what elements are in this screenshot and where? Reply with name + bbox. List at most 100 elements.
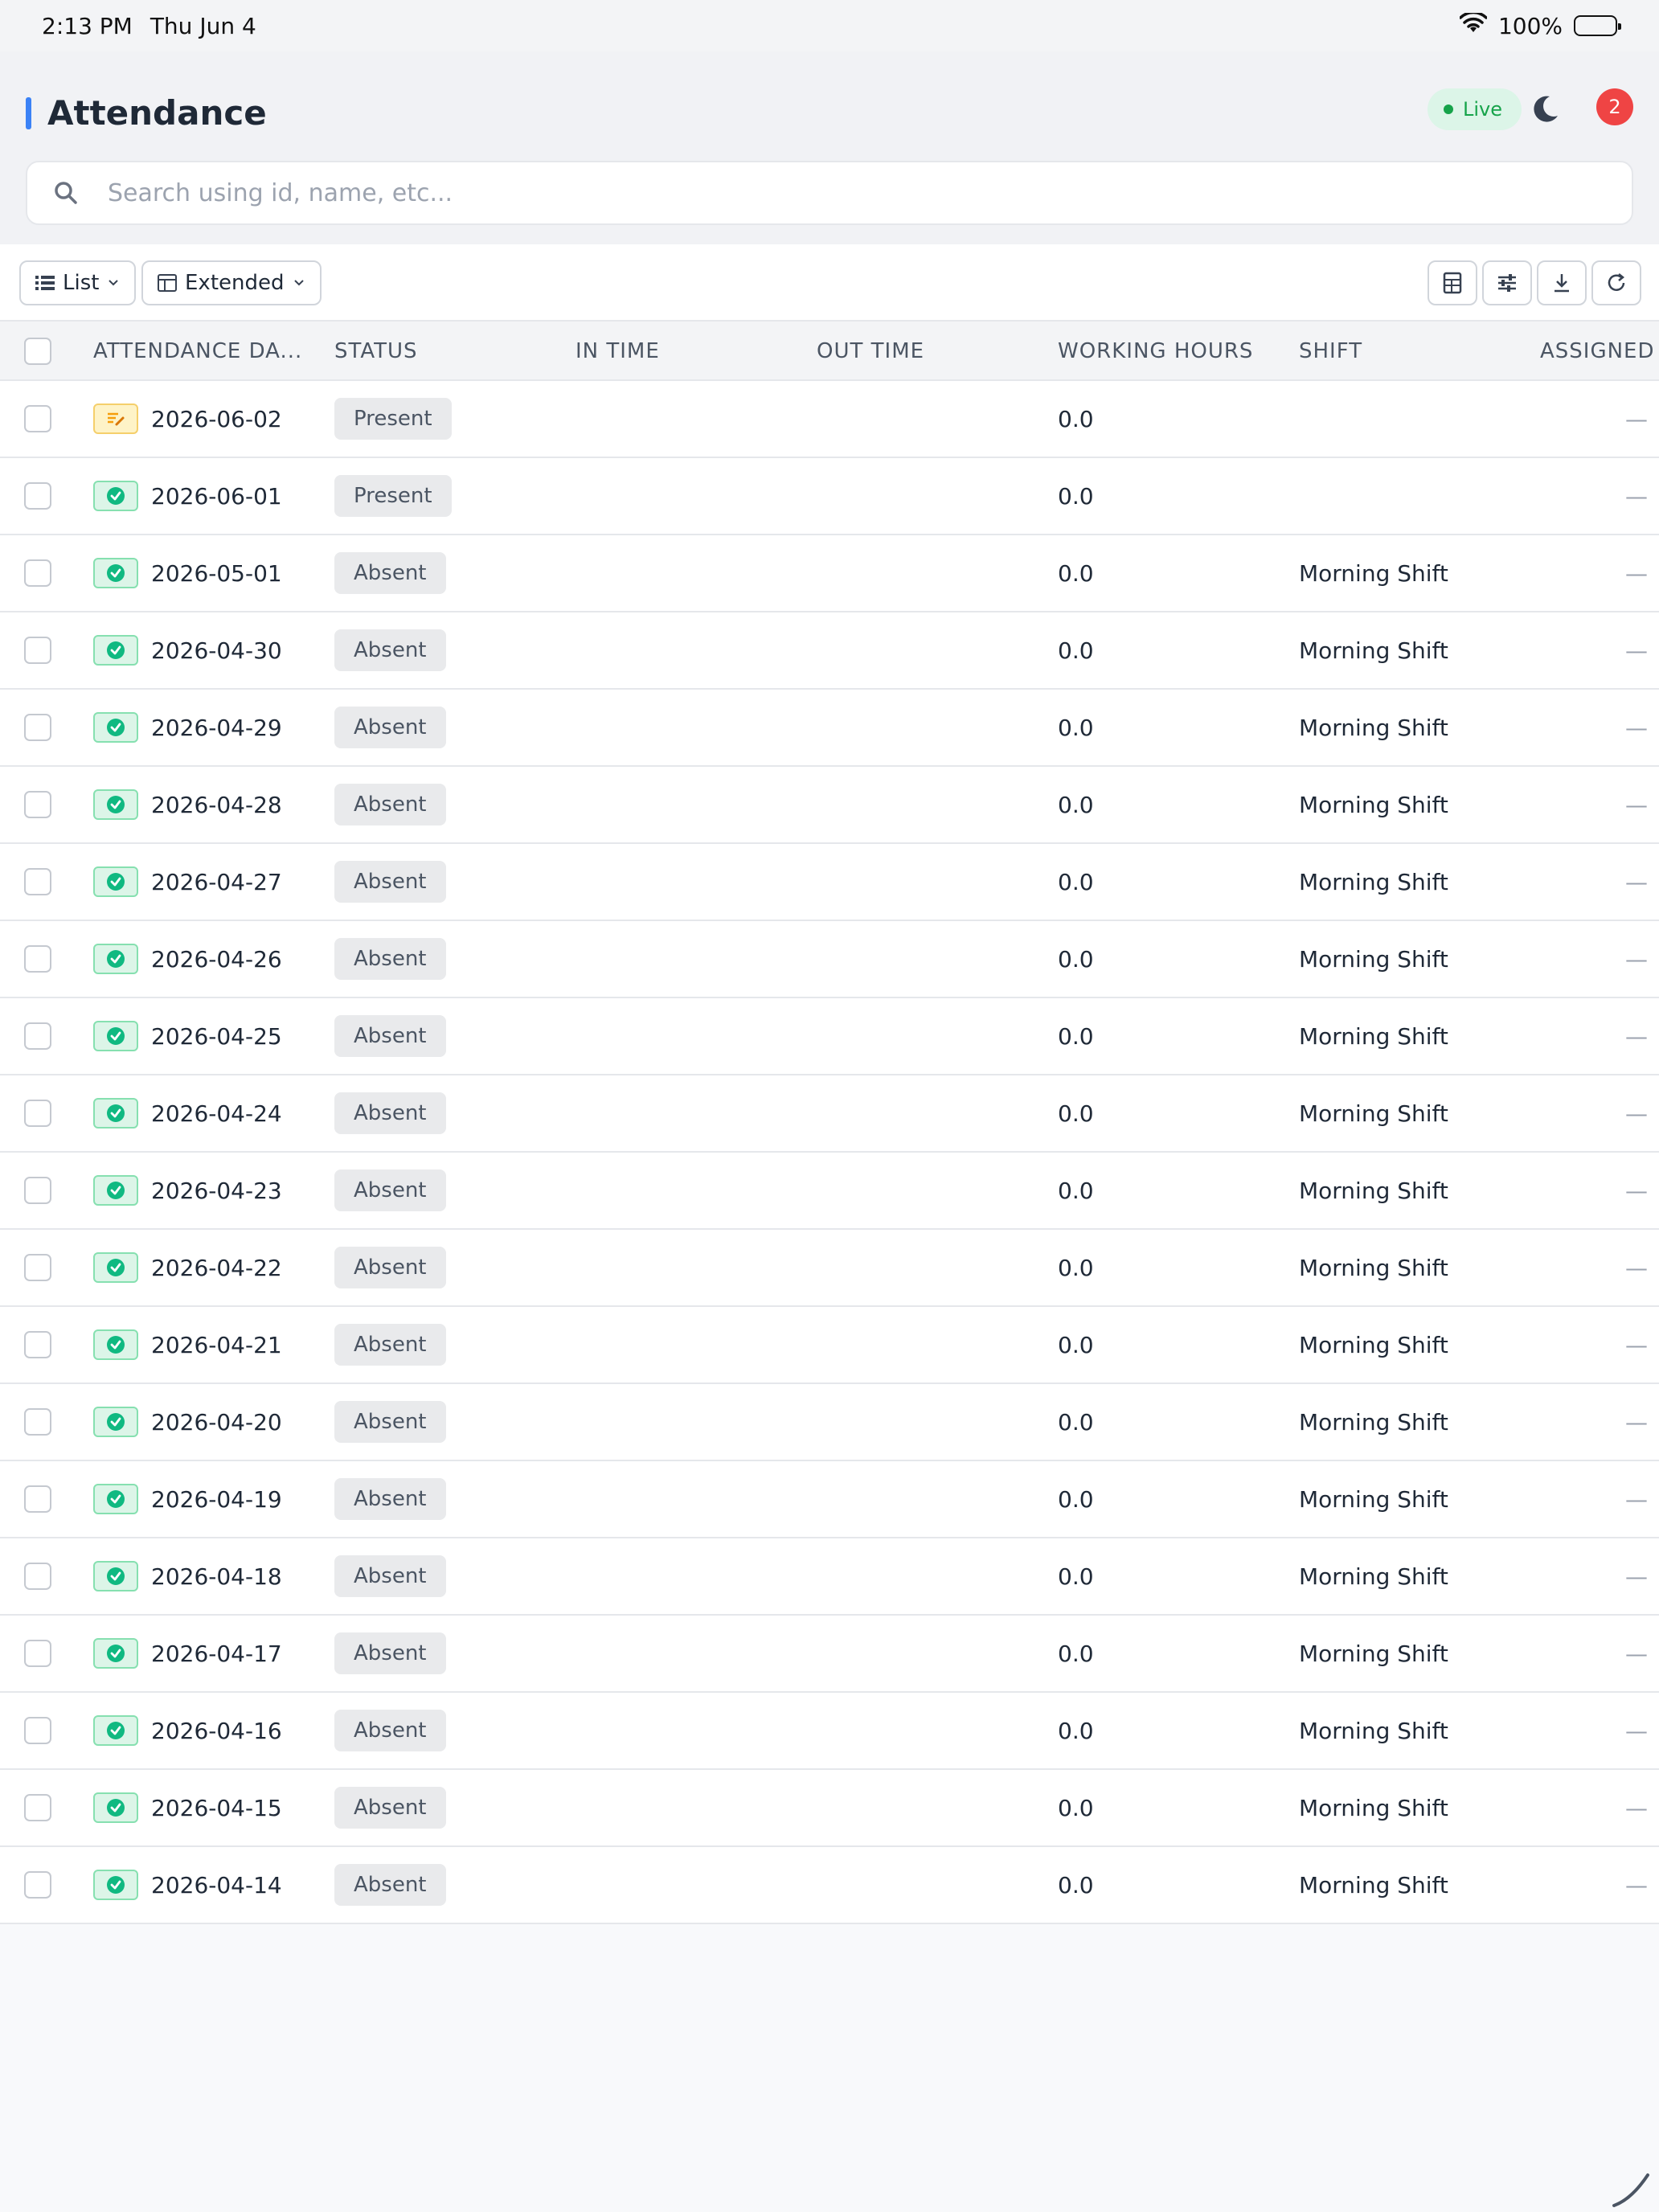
status-time: 2:13 PM <box>42 12 133 39</box>
sliders-icon <box>1498 274 1516 292</box>
table-row[interactable]: 2026-04-18 Absent 0.0 Morning Shift — <box>0 1538 1659 1616</box>
working-hours-cell: 0.0 <box>1058 559 1094 587</box>
working-hours-cell: 0.0 <box>1058 714 1094 741</box>
col-out-time[interactable]: OUT TIME <box>817 322 924 381</box>
table-row[interactable]: 2026-04-20 Absent 0.0 Morning Shift — <box>0 1384 1659 1461</box>
assigned-cell: — <box>1625 1331 1648 1358</box>
row-checkbox[interactable] <box>24 559 51 587</box>
status-cell: Absent <box>334 612 446 688</box>
col-in-time[interactable]: IN TIME <box>576 322 660 381</box>
date-cell: 2026-04-26 <box>93 921 282 997</box>
table-row[interactable]: 2026-04-26 Absent 0.0 Morning Shift — <box>0 921 1659 998</box>
table-row[interactable]: 2026-06-02 Present 0.0 — <box>0 381 1659 458</box>
table-row[interactable]: 2026-04-14 Absent 0.0 Morning Shift — <box>0 1847 1659 1924</box>
check-circle-icon <box>93 1561 138 1591</box>
row-checkbox[interactable] <box>24 1100 51 1127</box>
status-badge: Absent <box>334 1632 446 1674</box>
table-row[interactable]: 2026-04-15 Absent 0.0 Morning Shift — <box>0 1770 1659 1847</box>
check-circle-icon <box>93 1252 138 1283</box>
col-shift[interactable]: SHIFT <box>1299 322 1362 381</box>
table-row[interactable]: 2026-04-23 Absent 0.0 Morning Shift — <box>0 1153 1659 1230</box>
table-row[interactable]: 2026-04-24 Absent 0.0 Morning Shift — <box>0 1075 1659 1153</box>
status-cell: Absent <box>334 767 446 842</box>
row-checkbox[interactable] <box>24 637 51 664</box>
live-dot-icon <box>1444 104 1453 114</box>
working-hours-cell: 0.0 <box>1058 1408 1094 1436</box>
row-checkbox[interactable] <box>24 714 51 741</box>
working-hours-cell: 0.0 <box>1058 1794 1094 1821</box>
working-hours-cell: 0.0 <box>1058 1331 1094 1358</box>
col-status[interactable]: STATUS <box>334 322 418 381</box>
col-attendance-date[interactable]: ATTENDANCE DA... <box>93 322 307 381</box>
status-cell: Absent <box>334 1153 446 1228</box>
table-row[interactable]: 2026-04-27 Absent 0.0 Morning Shift — <box>0 844 1659 921</box>
date-cell: 2026-04-28 <box>93 767 282 842</box>
assigned-cell: — <box>1625 1177 1648 1204</box>
status-badge: Present <box>334 398 452 440</box>
spreadsheet-button[interactable] <box>1428 260 1477 305</box>
row-checkbox[interactable] <box>24 945 51 973</box>
search-input[interactable] <box>108 178 1555 207</box>
col-assigned[interactable]: ASSIGNED <box>1540 322 1659 381</box>
list-icon <box>35 276 55 290</box>
row-checkbox[interactable] <box>24 1871 51 1899</box>
shift-cell: Morning Shift <box>1299 1485 1448 1513</box>
attendance-date: 2026-04-25 <box>151 1022 282 1050</box>
row-checkbox[interactable] <box>24 1640 51 1667</box>
table-row[interactable]: 2026-05-01 Absent 0.0 Morning Shift — <box>0 535 1659 612</box>
shift-cell: Morning Shift <box>1299 1022 1448 1050</box>
attendance-date: 2026-04-24 <box>151 1100 282 1127</box>
col-working-hours[interactable]: WORKING HOURS <box>1058 322 1253 381</box>
table-row[interactable]: 2026-04-21 Absent 0.0 Morning Shift — <box>0 1307 1659 1384</box>
table-row[interactable]: 2026-06-01 Present 0.0 — <box>0 458 1659 535</box>
check-circle-icon <box>93 1098 138 1129</box>
search-bar[interactable] <box>26 161 1633 225</box>
row-checkbox[interactable] <box>24 1331 51 1358</box>
table-row[interactable]: 2026-04-17 Absent 0.0 Morning Shift — <box>0 1616 1659 1693</box>
table-row[interactable]: 2026-04-29 Absent 0.0 Morning Shift — <box>0 690 1659 767</box>
dark-mode-toggle[interactable] <box>1527 92 1563 127</box>
page-header: Attendance Live 2 <box>0 51 1659 244</box>
assigned-cell: — <box>1625 945 1648 973</box>
row-checkbox[interactable] <box>24 1563 51 1590</box>
table-row[interactable]: 2026-04-19 Absent 0.0 Morning Shift — <box>0 1461 1659 1538</box>
row-checkbox[interactable] <box>24 1408 51 1436</box>
row-checkbox[interactable] <box>24 868 51 895</box>
status-badge: Absent <box>334 629 446 671</box>
row-checkbox[interactable] <box>24 1177 51 1204</box>
status-badge: Absent <box>334 861 446 903</box>
row-checkbox[interactable] <box>24 482 51 510</box>
row-checkbox[interactable] <box>24 1254 51 1281</box>
table-row[interactable]: 2026-04-16 Absent 0.0 Morning Shift — <box>0 1693 1659 1770</box>
download-button[interactable] <box>1537 260 1587 305</box>
row-checkbox[interactable] <box>24 1485 51 1513</box>
date-cell: 2026-05-01 <box>93 535 282 611</box>
row-checkbox[interactable] <box>24 405 51 432</box>
check-circle-icon <box>93 635 138 666</box>
table-row[interactable]: 2026-04-30 Absent 0.0 Morning Shift — <box>0 612 1659 690</box>
date-cell: 2026-04-22 <box>93 1230 282 1305</box>
shift-cell: Morning Shift <box>1299 945 1448 973</box>
table-row[interactable]: 2026-04-28 Absent 0.0 Morning Shift — <box>0 767 1659 844</box>
row-checkbox[interactable] <box>24 1794 51 1821</box>
assigned-cell: — <box>1625 714 1648 741</box>
shift-cell: Morning Shift <box>1299 1100 1448 1127</box>
battery-percent: 100% <box>1497 12 1563 39</box>
row-checkbox[interactable] <box>24 1022 51 1050</box>
assigned-cell: — <box>1625 1563 1648 1590</box>
table-row[interactable]: 2026-04-25 Absent 0.0 Morning Shift — <box>0 998 1659 1075</box>
row-checkbox[interactable] <box>24 791 51 818</box>
refresh-button[interactable] <box>1591 260 1641 305</box>
row-checkbox[interactable] <box>24 1717 51 1744</box>
check-circle-icon <box>93 1484 138 1514</box>
extended-view-dropdown[interactable]: Extended <box>141 260 322 305</box>
attendance-date: 2026-04-22 <box>151 1254 282 1281</box>
select-all-checkbox[interactable] <box>24 338 51 365</box>
table-row[interactable]: 2026-04-22 Absent 0.0 Morning Shift — <box>0 1230 1659 1307</box>
list-view-dropdown[interactable]: List <box>19 260 137 305</box>
row-select-cell <box>24 1075 51 1151</box>
date-cell: 2026-04-14 <box>93 1847 282 1923</box>
filter-settings-button[interactable] <box>1482 260 1532 305</box>
status-cell: Absent <box>334 1075 446 1151</box>
working-hours-cell: 0.0 <box>1058 791 1094 818</box>
